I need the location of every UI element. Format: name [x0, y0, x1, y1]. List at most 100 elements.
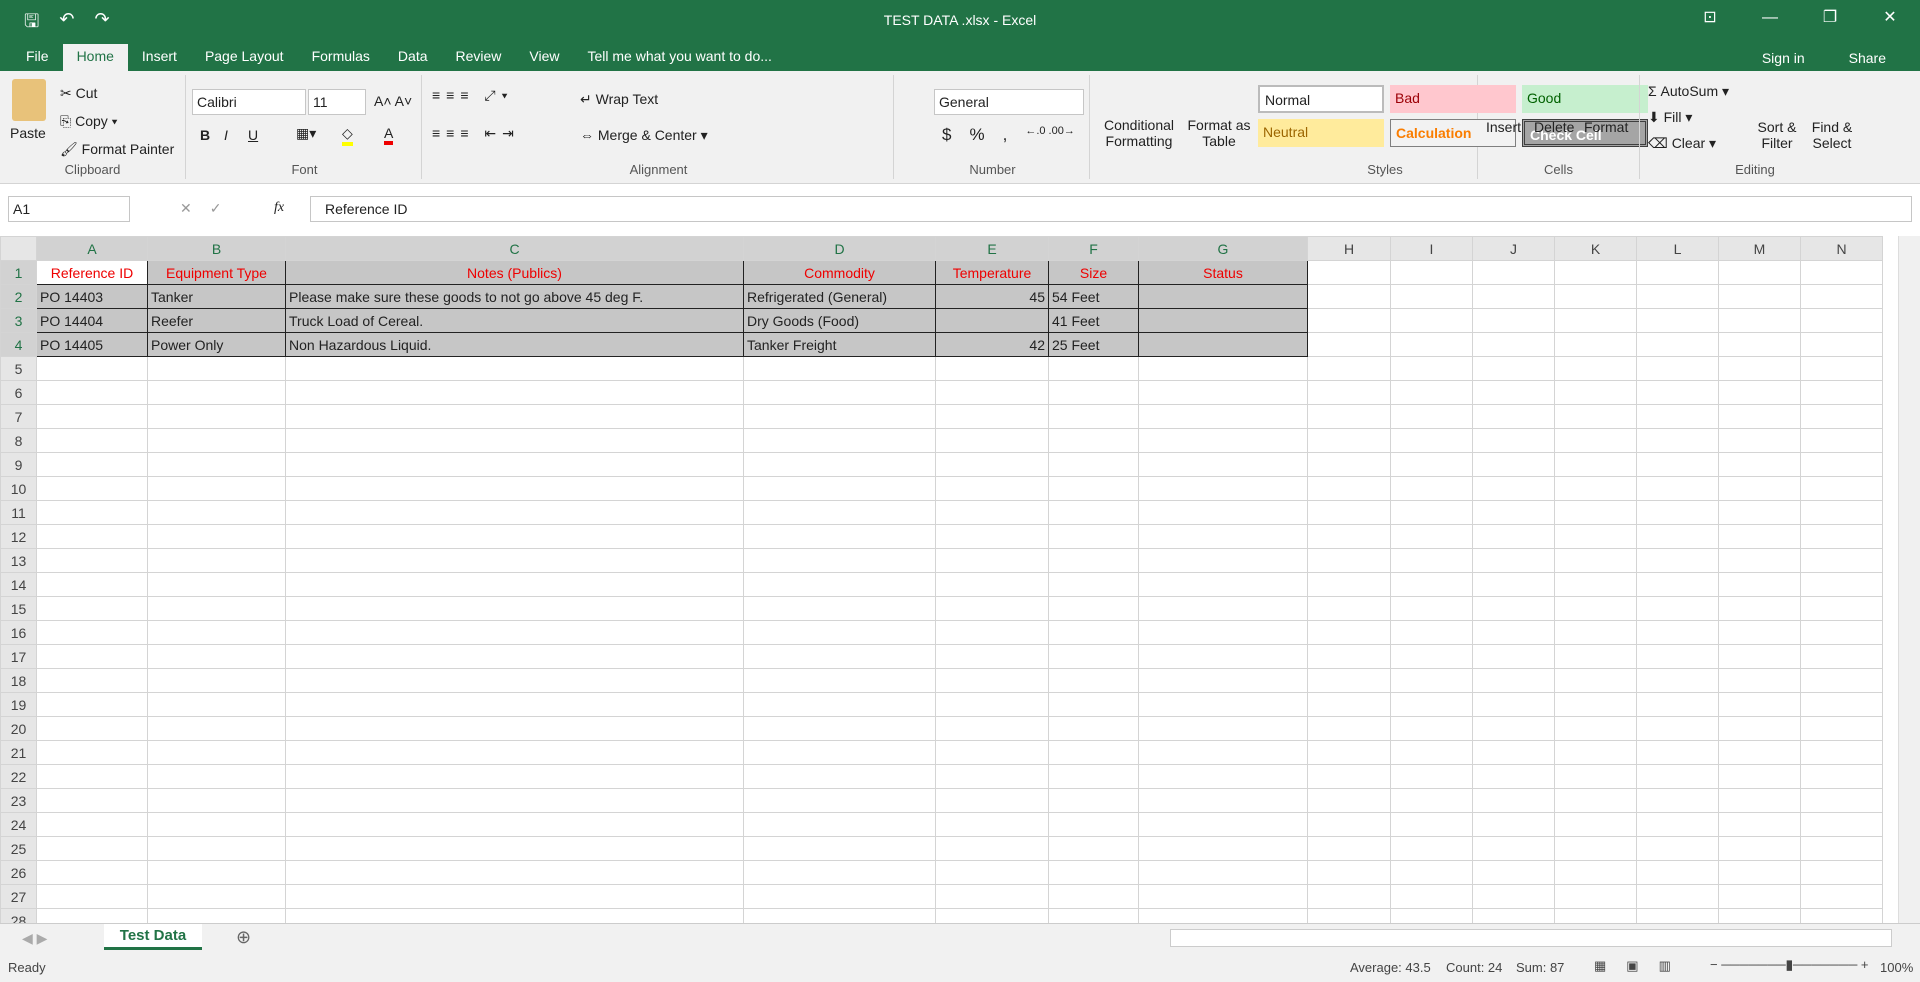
cell[interactable] — [1390, 596, 1473, 621]
cell[interactable] — [1048, 524, 1139, 549]
cell[interactable] — [1800, 860, 1883, 885]
tab-page-layout[interactable]: Page Layout — [191, 44, 298, 71]
font-color-icon[interactable]: A — [384, 125, 394, 145]
cell[interactable] — [1800, 284, 1883, 309]
cell[interactable] — [1800, 452, 1883, 477]
row-header[interactable]: 19 — [0, 692, 37, 717]
cell[interactable] — [1472, 884, 1555, 909]
cell[interactable] — [1048, 476, 1139, 501]
cell[interactable] — [147, 404, 286, 429]
formula-cancel-confirm-icons[interactable]: ✕✓ — [180, 200, 239, 217]
cell[interactable] — [36, 572, 148, 597]
cell[interactable] — [147, 500, 286, 525]
cell[interactable] — [1390, 548, 1473, 573]
cell[interactable] — [1048, 380, 1139, 405]
cell[interactable] — [935, 308, 1049, 333]
font-name-select[interactable]: Calibri — [192, 89, 306, 115]
column-header[interactable]: G — [1138, 236, 1308, 261]
cell[interactable]: PO 14404 — [36, 308, 148, 333]
cell[interactable] — [1048, 740, 1139, 765]
cell[interactable] — [1800, 308, 1883, 333]
cell[interactable] — [1307, 668, 1391, 693]
row-header[interactable]: 16 — [0, 620, 37, 645]
cell[interactable] — [285, 476, 744, 501]
cell[interactable] — [1718, 356, 1801, 381]
share-button[interactable]: Share — [1835, 46, 1900, 73]
cell[interactable] — [1718, 572, 1801, 597]
cell[interactable]: 54 Feet — [1048, 284, 1139, 309]
cell[interactable] — [1472, 452, 1555, 477]
cell[interactable] — [1048, 788, 1139, 813]
cell[interactable] — [1636, 308, 1719, 333]
cell[interactable]: Tanker — [147, 284, 286, 309]
cell[interactable] — [743, 548, 936, 573]
cell[interactable] — [147, 812, 286, 837]
cell[interactable] — [147, 860, 286, 885]
cell[interactable] — [1554, 860, 1637, 885]
delete-cells-button[interactable]: Delete — [1534, 119, 1574, 135]
cell[interactable] — [1390, 356, 1473, 381]
cell[interactable] — [743, 860, 936, 885]
cell[interactable] — [1472, 524, 1555, 549]
cell[interactable] — [743, 524, 936, 549]
cell[interactable] — [1554, 356, 1637, 381]
cell[interactable] — [1048, 836, 1139, 861]
cell[interactable] — [1138, 716, 1308, 741]
cell[interactable] — [1554, 308, 1637, 333]
cell[interactable] — [1472, 692, 1555, 717]
cell[interactable] — [1554, 812, 1637, 837]
cell[interactable] — [1048, 572, 1139, 597]
autosum-button[interactable]: Σ AutoSum ▾ — [1648, 83, 1729, 100]
cell[interactable] — [1554, 764, 1637, 789]
cell[interactable] — [1554, 404, 1637, 429]
cell[interactable] — [1390, 692, 1473, 717]
cell[interactable] — [1554, 692, 1637, 717]
cell[interactable] — [36, 452, 148, 477]
spreadsheet-grid[interactable]: A B C D E F G H I J K L M N 1 Reference ID Equipment Typ… — [0, 236, 1898, 923]
cell[interactable] — [36, 812, 148, 837]
cell[interactable]: Non Hazardous Liquid. — [285, 332, 744, 357]
cell[interactable] — [36, 668, 148, 693]
cell[interactable] — [1718, 884, 1801, 909]
cell[interactable] — [1307, 716, 1391, 741]
cell[interactable] — [1554, 572, 1637, 597]
select-all-corner[interactable] — [0, 236, 37, 261]
cell[interactable] — [1390, 284, 1473, 309]
cell[interactable] — [36, 428, 148, 453]
row-header[interactable]: 14 — [0, 572, 37, 597]
cell[interactable] — [1800, 620, 1883, 645]
cell[interactable] — [285, 644, 744, 669]
cell[interactable]: PO 14405 — [36, 332, 148, 357]
format-cells-button[interactable]: Format — [1584, 119, 1628, 135]
formula-input[interactable]: Reference ID — [310, 196, 1912, 222]
cell[interactable]: Reefer — [147, 308, 286, 333]
column-header[interactable]: H — [1307, 236, 1391, 261]
cell[interactable]: Dry Goods (Food) — [743, 308, 936, 333]
cell[interactable] — [743, 572, 936, 597]
cell[interactable] — [1636, 596, 1719, 621]
cell[interactable] — [1800, 716, 1883, 741]
wrap-text-button[interactable]: ↵ Wrap Text — [580, 91, 658, 108]
header-cell[interactable]: Notes (Publics) — [285, 260, 744, 285]
italic-button[interactable]: I — [224, 127, 228, 143]
cell[interactable] — [1307, 908, 1391, 923]
tab-insert[interactable]: Insert — [128, 44, 191, 71]
header-cell[interactable]: Reference ID — [36, 260, 148, 285]
cell[interactable] — [1048, 908, 1139, 923]
cell[interactable] — [1718, 860, 1801, 885]
cell[interactable] — [1554, 596, 1637, 621]
vertical-align-icons[interactable]: ≡≡≡ ⤢▾ — [432, 87, 513, 104]
cell[interactable] — [1554, 428, 1637, 453]
header-cell[interactable]: Status — [1138, 260, 1308, 285]
tab-file[interactable]: File — [12, 44, 63, 71]
cell[interactable] — [1307, 788, 1391, 813]
cell[interactable] — [36, 836, 148, 861]
cell[interactable] — [1390, 836, 1473, 861]
cell[interactable] — [1390, 380, 1473, 405]
cell[interactable] — [1307, 884, 1391, 909]
cell[interactable] — [1554, 908, 1637, 923]
tab-data[interactable]: Data — [384, 44, 442, 71]
cell[interactable] — [935, 404, 1049, 429]
row-header[interactable]: 6 — [0, 380, 37, 405]
cell[interactable] — [1718, 452, 1801, 477]
